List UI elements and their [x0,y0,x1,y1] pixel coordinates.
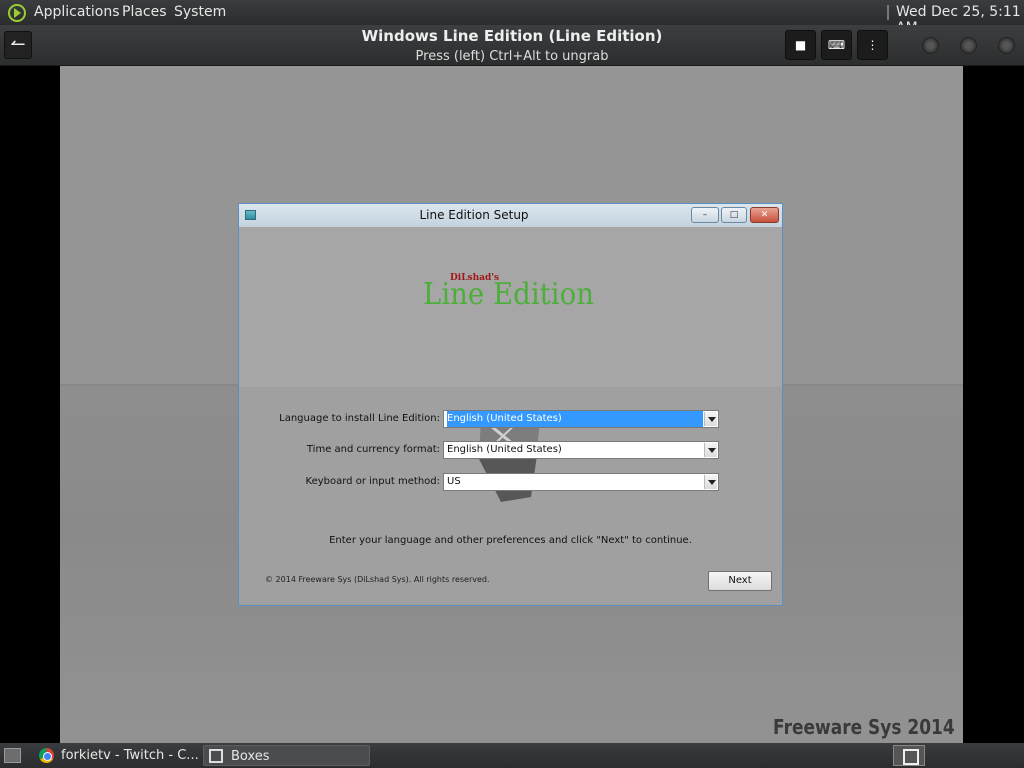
stop-square-icon: ■ [794,38,807,52]
keyboard-value: US [447,476,461,487]
menu-applications[interactable]: Applications [34,4,120,20]
dialog-body: DiLshad's Line Edition Language to insta… [239,227,782,605]
gnome-foot-icon[interactable] [8,4,26,22]
vertical-dots-icon: ⋮ [866,38,879,52]
minimize-icon: – [702,210,708,220]
keyboard-button[interactable]: ⌨ [821,30,852,60]
vm-display[interactable]: Freeware Sys 2014 Line Edition Setup – □… [60,66,963,743]
chevron-down-icon[interactable] [704,475,717,489]
dialog-maximize-button[interactable]: □ [721,207,747,223]
keyboard-dropdown[interactable]: US [443,473,719,491]
instructions-text: Enter your language and other preference… [329,535,692,546]
chevron-down-icon[interactable] [704,443,717,457]
send-keys-button[interactable]: ■ [785,30,816,60]
setup-dialog: Line Edition Setup – □ ✕ DiLshad's Line … [238,203,783,606]
dialog-titlebar[interactable]: Line Edition Setup – □ ✕ [239,204,782,227]
next-button[interactable]: Next [708,571,772,591]
dialog-title: Line Edition Setup [419,208,529,222]
taskbar-item-boxes[interactable]: Boxes [203,745,370,766]
taskbar-item-label: Boxes [231,749,270,764]
vm-watermark: Freeware Sys 2014 [773,715,955,739]
taskbar-item-chrome[interactable]: forkietv - Twitch - C... [34,745,200,766]
restore-icon: □ [729,210,739,220]
boxes-headerbar: ↼ Windows Line Edition (Line Edition) Pr… [0,25,1024,66]
language-value: English (United States) [447,411,703,427]
language-label: Language to install Line Edition: [279,413,440,424]
minimize-icon[interactable] [922,37,939,54]
taskbar-item-label: forkietv - Twitch - C... [61,748,199,763]
show-desktop-icon[interactable] [4,748,21,763]
workspace-switcher[interactable] [893,745,925,766]
keyboard-icon: ⌨ [827,38,846,52]
keyboard-label: Keyboard or input method: [305,476,440,487]
close-x-icon: ✕ [760,210,769,220]
menu-places[interactable]: Places [122,4,167,20]
boxes-icon [209,749,223,763]
chevron-down-icon[interactable] [704,412,717,426]
menu-system[interactable]: System [174,4,226,20]
panel-separator [887,5,889,20]
logo-title: Line Edition [423,277,594,312]
copyright-text: © 2014 Freeware Sys (DiLshad Sys). All r… [265,575,490,584]
dialog-close-button[interactable]: ✕ [750,207,779,223]
top-panel: Applications Places System Wed Dec 25, 5… [0,0,1024,36]
dialog-minimize-button[interactable]: – [691,207,719,223]
maximize-icon[interactable] [960,37,977,54]
language-dropdown[interactable]: English (United States) [443,410,719,428]
time-format-label: Time and currency format: [306,444,440,455]
properties-menu-button[interactable]: ⋮ [857,30,888,60]
time-format-dropdown[interactable]: English (United States) [443,441,719,459]
close-icon[interactable] [998,37,1015,54]
time-format-value: English (United States) [447,444,562,455]
bottom-panel: forkietv - Twitch - C... Boxes [0,743,1024,768]
chrome-icon [39,748,54,763]
